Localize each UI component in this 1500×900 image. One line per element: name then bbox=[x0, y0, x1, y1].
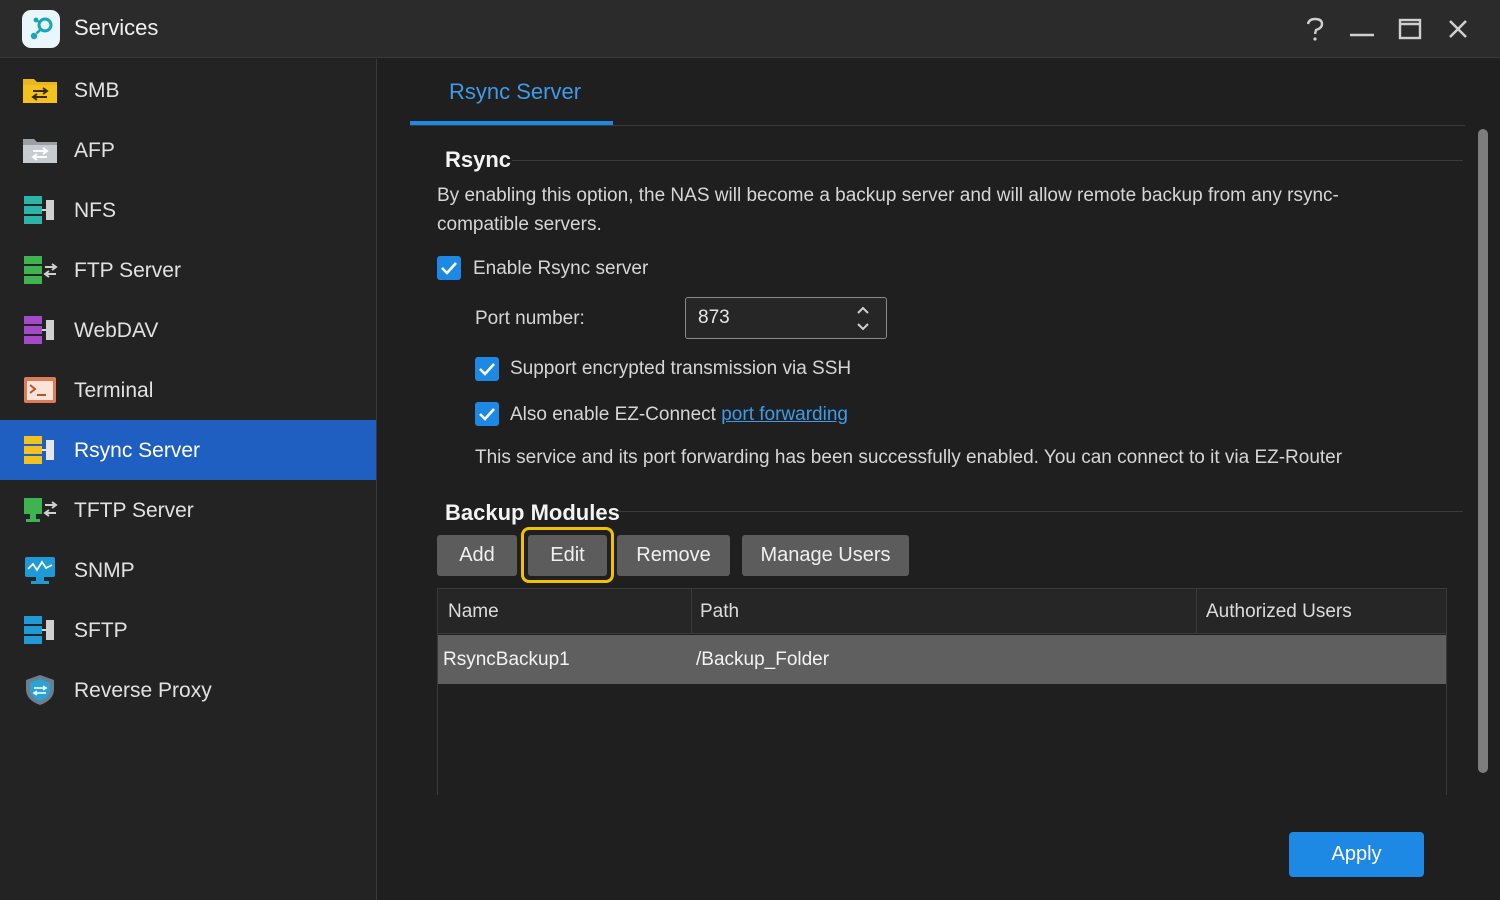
port-number-stepper[interactable]: 873 bbox=[685, 297, 887, 339]
sidebar-item-terminal[interactable]: Terminal bbox=[0, 360, 376, 420]
services-app-icon bbox=[22, 10, 60, 48]
column-header-authorized-users[interactable]: Authorized Users bbox=[1206, 601, 1352, 623]
manage-users-button[interactable]: Manage Users bbox=[742, 535, 909, 576]
sidebar-item-label: TFTP Server bbox=[74, 499, 194, 522]
section-divider bbox=[619, 511, 1463, 512]
tftp-icon bbox=[22, 494, 58, 526]
sidebar-item-label: Rsync Server bbox=[74, 439, 201, 462]
sidebar-item-label: NFS bbox=[74, 199, 116, 222]
webdav-icon bbox=[22, 314, 58, 346]
sidebar-item-webdav[interactable]: WebDAV bbox=[0, 300, 376, 360]
help-icon[interactable] bbox=[1300, 14, 1330, 44]
ssh-checkbox[interactable] bbox=[475, 357, 499, 381]
sidebar: SMB AFP NFS FTP Server WebDAV Terminal R… bbox=[0, 59, 377, 900]
terminal-icon bbox=[22, 374, 58, 406]
shield-icon bbox=[22, 674, 58, 706]
column-header-name[interactable]: Name bbox=[448, 601, 499, 623]
ez-connect-label: Also enable EZ-Connect bbox=[510, 404, 716, 425]
sidebar-item-label: AFP bbox=[74, 139, 115, 162]
sidebar-item-sftp[interactable]: SFTP bbox=[0, 600, 376, 660]
rsync-description: By enabling this option, the NAS will be… bbox=[437, 185, 1339, 235]
ftp-icon bbox=[22, 254, 58, 286]
minimize-icon[interactable] bbox=[1347, 14, 1377, 44]
sidebar-item-label: FTP Server bbox=[74, 259, 181, 282]
edit-button[interactable]: Edit bbox=[528, 535, 607, 576]
sidebar-item-ftp-server[interactable]: FTP Server bbox=[0, 240, 376, 300]
chevron-down-icon bbox=[857, 323, 869, 331]
smb-folder-icon bbox=[22, 74, 58, 106]
column-header-path[interactable]: Path bbox=[700, 601, 739, 623]
sidebar-item-snmp[interactable]: SNMP bbox=[0, 540, 376, 600]
sidebar-item-rsync-server[interactable]: Rsync Server bbox=[0, 420, 376, 480]
port-forwarding-link[interactable]: port forwarding bbox=[721, 404, 848, 425]
ez-connect-checkbox[interactable] bbox=[475, 402, 499, 426]
sftp-icon bbox=[22, 614, 58, 646]
cell-path: /Backup_Folder bbox=[696, 649, 830, 670]
sidebar-item-label: SNMP bbox=[74, 559, 135, 582]
maximize-icon[interactable] bbox=[1395, 14, 1425, 44]
close-icon[interactable] bbox=[1443, 14, 1473, 44]
ez-connect-label-row: Also enable EZ-Connect port forwarding bbox=[510, 400, 848, 429]
enable-rsync-label: Enable Rsync server bbox=[473, 258, 649, 279]
afp-folder-icon bbox=[22, 134, 58, 166]
column-separator[interactable] bbox=[1196, 589, 1197, 634]
column-separator[interactable] bbox=[691, 589, 692, 634]
checkmark-icon bbox=[479, 408, 495, 421]
port-number-value: 873 bbox=[698, 307, 730, 328]
sidebar-item-tftp-server[interactable]: TFTP Server bbox=[0, 480, 376, 540]
section-divider bbox=[512, 160, 1463, 161]
cell-name: RsyncBackup1 bbox=[443, 649, 570, 670]
apply-button[interactable]: Apply bbox=[1289, 832, 1424, 877]
snmp-icon bbox=[22, 554, 58, 586]
rsync-icon bbox=[22, 434, 58, 466]
chevron-up-icon bbox=[857, 306, 869, 314]
checkmark-icon bbox=[441, 262, 457, 275]
stepper-buttons bbox=[850, 301, 876, 335]
section-title-rsync: Rsync bbox=[445, 147, 512, 172]
main-panel: Rsync Server Rsync By enabling this opti… bbox=[378, 59, 1500, 900]
backup-modules-table: Name Path Authorized Users RsyncBackup1 … bbox=[437, 588, 1447, 795]
sidebar-item-label: Reverse Proxy bbox=[74, 679, 212, 702]
tab-label: Rsync Server bbox=[449, 79, 582, 104]
vertical-scrollbar[interactable] bbox=[1478, 129, 1488, 773]
window-title: Services bbox=[74, 15, 159, 40]
table-row[interactable]: RsyncBackup1 /Backup_Folder bbox=[438, 635, 1446, 684]
tab-divider bbox=[410, 125, 1465, 126]
sidebar-item-nfs[interactable]: NFS bbox=[0, 180, 376, 240]
sidebar-item-reverse-proxy[interactable]: Reverse Proxy bbox=[0, 660, 376, 720]
checkmark-icon bbox=[479, 363, 495, 376]
sidebar-item-afp[interactable]: AFP bbox=[0, 120, 376, 180]
sidebar-item-label: SMB bbox=[74, 79, 120, 102]
remove-button[interactable]: Remove bbox=[617, 535, 730, 576]
ssh-label: Support encrypted transmission via SSH bbox=[510, 358, 852, 379]
sidebar-item-label: SFTP bbox=[74, 619, 128, 642]
title-bar: Services bbox=[0, 0, 1500, 58]
nfs-icon bbox=[22, 194, 58, 226]
sidebar-item-label: Terminal bbox=[74, 379, 154, 402]
add-button[interactable]: Add bbox=[437, 535, 517, 576]
tab-rsync-server[interactable]: Rsync Server bbox=[410, 59, 613, 125]
section-title-backup-modules: Backup Modules bbox=[445, 500, 620, 525]
sidebar-item-smb[interactable]: SMB bbox=[0, 60, 376, 120]
enable-rsync-checkbox[interactable] bbox=[437, 256, 461, 280]
sidebar-item-label: WebDAV bbox=[74, 319, 159, 342]
status-message: This service and its port forwarding has… bbox=[475, 447, 1343, 468]
port-number-label: Port number: bbox=[475, 308, 585, 329]
table-header: Name Path Authorized Users bbox=[438, 589, 1446, 634]
